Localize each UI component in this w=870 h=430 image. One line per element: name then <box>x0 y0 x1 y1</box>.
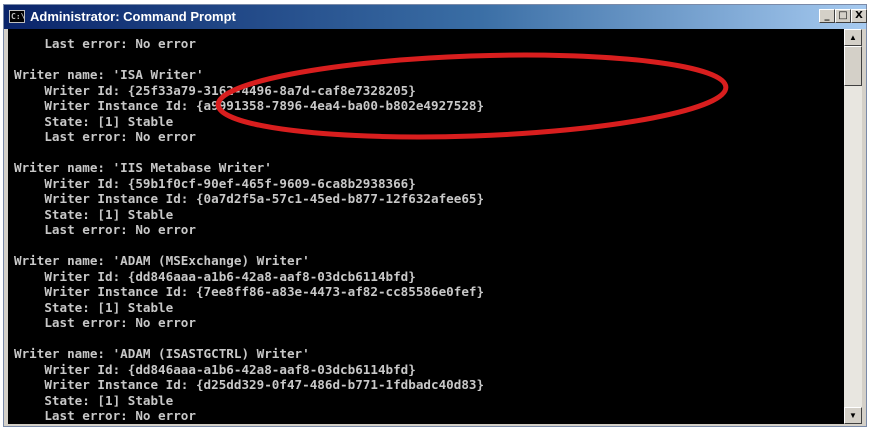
console-line: State: [1] Stable <box>14 206 174 222</box>
console-line: State: [1] Stable <box>14 392 174 408</box>
console-line: Writer Instance Id: {d25dd329-0f47-486d-… <box>14 377 485 392</box>
console-line: Last error: No error <box>14 408 196 423</box>
console-line: Writer Id: {dd846aaa-a1b6-42a8-aaf8-03dc… <box>14 268 416 284</box>
console-line: Last error: No error <box>14 222 196 237</box>
scroll-up-button[interactable]: ▲ <box>844 29 862 46</box>
maximize-button[interactable]: □ <box>835 9 851 23</box>
console-line: Writer Instance Id: {a9991358-7896-4ea4-… <box>14 98 485 113</box>
console-line: Last error: No error <box>14 315 196 330</box>
console-line: Writer Instance Id: {7ee8ff86-a83e-4473-… <box>14 284 485 299</box>
console-line: Writer Id: {25f33a79-3162-4496-8a7d-caf8… <box>14 82 416 98</box>
console-line: Writer Id: {dd846aaa-a1b6-42a8-aaf8-03dc… <box>14 361 416 377</box>
console-line: State: [1] Stable <box>14 299 174 315</box>
scroll-thumb[interactable] <box>844 46 862 86</box>
title-bar[interactable]: C:\ Administrator: Command Prompt _ □ X <box>4 5 867 29</box>
console-line: Last error: No error <box>14 129 196 144</box>
console-line: Writer Id: {59b1f0cf-90ef-465f-9609-6ca8… <box>14 175 416 191</box>
vertical-scrollbar[interactable]: ▲ ▼ <box>844 29 862 424</box>
console-line: Writer name: 'ADAM (ISASTGCTRL) Writer' <box>14 346 310 361</box>
minimize-button[interactable]: _ <box>819 9 835 23</box>
console-line: Writer Instance Id: {0a7d2f5a-57c1-45ed-… <box>14 191 485 206</box>
console-line: Writer name: 'IIS Metabase Writer' <box>14 160 272 175</box>
console-line: Writer name: 'ISA Writer' <box>14 67 204 82</box>
console-line: Last error: No error <box>14 36 196 51</box>
console-output[interactable]: Last error: No error Writer name: 'ISA Wr… <box>8 29 844 424</box>
window-title: Administrator: Command Prompt <box>30 9 236 24</box>
command-prompt-window: C:\ Administrator: Command Prompt _ □ X … <box>3 4 867 427</box>
console-line: State: [1] Stable <box>14 113 174 129</box>
console-icon: C:\ <box>9 10 26 23</box>
close-button[interactable]: X <box>851 9 867 23</box>
console-line: Writer name: 'ADAM (MSExchange) Writer' <box>14 253 310 268</box>
scroll-down-button[interactable]: ▼ <box>844 407 862 424</box>
